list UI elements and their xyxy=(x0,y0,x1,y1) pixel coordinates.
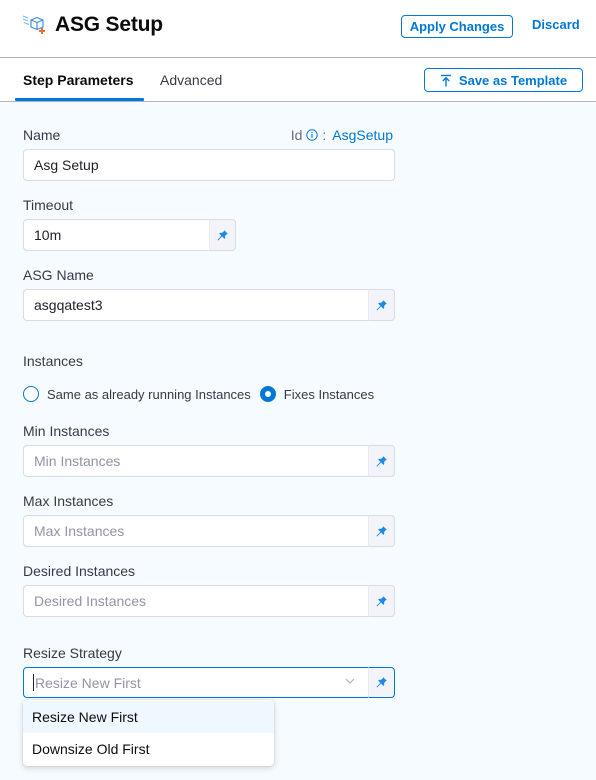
timeout-input[interactable]: 10m xyxy=(23,219,209,251)
resize-strategy-dropdown-menu: Resize New First Downsize Old First xyxy=(23,700,274,766)
resize-strategy-pin-button[interactable] xyxy=(368,667,395,698)
active-tab-indicator xyxy=(15,98,144,101)
pin-icon xyxy=(375,455,388,468)
upload-arrow-icon xyxy=(440,74,452,87)
menu-item-downsize-old-first[interactable]: Downsize Old First xyxy=(23,733,274,765)
radio-same-as-running-label[interactable]: Same as already running Instances xyxy=(47,387,251,402)
chevron-down-icon[interactable] xyxy=(344,675,356,687)
menu-item-resize-new-first[interactable]: Resize New First xyxy=(23,701,274,733)
radio-same-as-running[interactable] xyxy=(23,386,39,402)
max-instances-pin-button[interactable] xyxy=(368,515,395,547)
asg-name-input[interactable]: asgqatest3 xyxy=(23,289,368,321)
asg-box-icon xyxy=(22,15,45,34)
instances-radio-group: Same as already running Instances Fixes … xyxy=(23,386,383,402)
save-as-template-label: Save as Template xyxy=(458,72,568,88)
min-instances-label: Min Instances xyxy=(23,423,110,439)
desired-instances-label: Desired Instances xyxy=(23,563,136,579)
info-icon[interactable] xyxy=(306,129,319,141)
resize-strategy-placeholder: Resize New First xyxy=(35,674,141,691)
max-instances-input[interactable]: Max Instances xyxy=(23,515,368,547)
max-instances-label: Max Instances xyxy=(23,493,114,509)
name-label: Name xyxy=(23,127,61,143)
timeout-pin-button[interactable] xyxy=(209,219,236,251)
name-input[interactable]: Asg Setup xyxy=(23,149,395,181)
radio-fixes-instances[interactable] xyxy=(259,386,276,402)
desired-instances-input[interactable]: Desired Instances xyxy=(23,585,368,617)
timeout-label: Timeout xyxy=(23,197,74,213)
id-separator: : xyxy=(322,127,327,143)
pin-icon xyxy=(216,229,229,242)
pin-icon xyxy=(375,676,388,689)
min-instances-input[interactable]: Min Instances xyxy=(23,445,368,477)
step-header: ASG Setup Apply Changes Discard xyxy=(0,0,596,58)
id-value[interactable]: AsgSetup xyxy=(332,127,393,143)
desired-instances-pin-button[interactable] xyxy=(368,585,395,617)
resize-strategy-select[interactable]: Resize New First xyxy=(23,667,368,698)
id-label: Id xyxy=(290,127,303,143)
asg-name-pin-button[interactable] xyxy=(368,289,395,321)
resize-strategy-label: Resize Strategy xyxy=(23,645,122,661)
min-instances-pin-button[interactable] xyxy=(368,445,395,477)
tab-bar: Step Parameters Advanced Save as Templat… xyxy=(0,58,596,102)
tab-step-parameters[interactable]: Step Parameters xyxy=(23,72,134,88)
instances-label: Instances xyxy=(23,353,83,369)
pin-icon xyxy=(375,525,388,538)
pin-icon xyxy=(375,299,388,312)
save-as-template-button[interactable]: Save as Template xyxy=(424,68,583,92)
asg-name-label: ASG Name xyxy=(23,267,94,283)
page-title: ASG Setup xyxy=(55,13,163,36)
discard-button[interactable]: Discard xyxy=(532,17,580,32)
radio-fixes-instances-label[interactable]: Fixes Instances xyxy=(284,387,374,402)
pin-icon xyxy=(375,595,388,608)
id-display: Id : AsgSetup xyxy=(291,127,393,143)
step-parameters-form: Name Id : AsgSetup Asg Setup Timeout 10m… xyxy=(0,102,596,780)
apply-changes-button[interactable]: Apply Changes xyxy=(401,15,513,38)
tab-advanced[interactable]: Advanced xyxy=(160,72,222,88)
text-cursor xyxy=(33,674,34,691)
